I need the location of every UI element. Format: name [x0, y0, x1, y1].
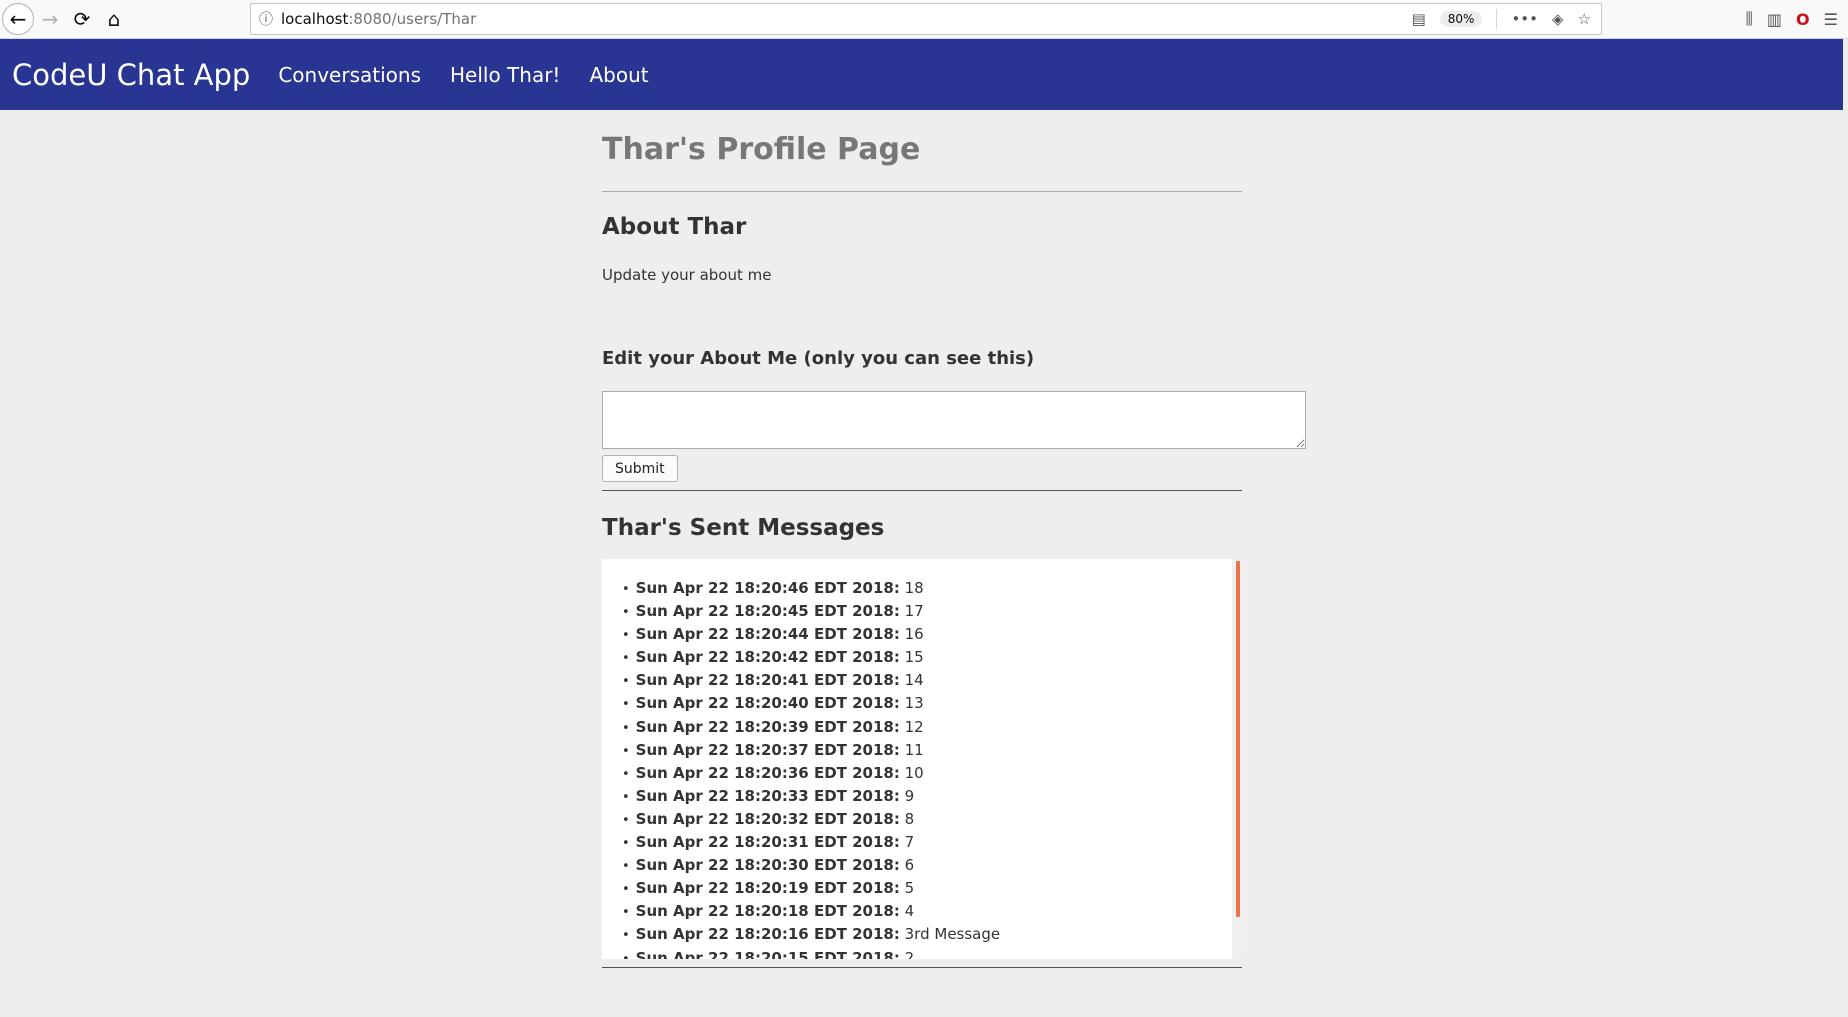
message-item: Sun Apr 22 18:20:32 EDT 2018: 8 — [622, 808, 1242, 831]
message-text: 5 — [904, 879, 915, 898]
home-icon[interactable]: ⌂ — [98, 3, 130, 35]
message-timestamp: Sun Apr 22 18:20:44 EDT 2018: — [635, 625, 900, 644]
message-text: 2 — [904, 948, 915, 960]
edit-about-heading: Edit your About Me (only you can see thi… — [602, 348, 1035, 369]
app-navbar: CodeU Chat App Conversations Hello Thar!… — [0, 39, 1843, 110]
library-icon[interactable]: ⫼ — [1746, 9, 1753, 29]
browser-toolbar: ← → ⟳ ⌂ ⓘ localhost:8080/users/Thar ▤ 80… — [0, 0, 1848, 39]
messages-bottom-divider — [602, 967, 1242, 968]
forward-arrow-icon[interactable]: → — [34, 3, 66, 35]
messages-scrollbar[interactable] — [1232, 559, 1242, 959]
url-host: localhost — [281, 10, 349, 28]
message-timestamp: Sun Apr 22 18:20:40 EDT 2018: — [635, 694, 900, 713]
about-me-textarea[interactable] — [602, 391, 1306, 449]
message-timestamp: Sun Apr 22 18:20:41 EDT 2018: — [635, 671, 900, 690]
message-text: 17 — [904, 602, 924, 621]
message-timestamp: Sun Apr 22 18:20:37 EDT 2018: — [635, 740, 900, 759]
reader-view-icon[interactable]: ▤ — [1412, 10, 1426, 28]
zoom-level-badge[interactable]: 80% — [1439, 11, 1483, 27]
message-text: 16 — [904, 625, 924, 644]
message-timestamp: Sun Apr 22 18:20:31 EDT 2018: — [635, 833, 900, 852]
pocket-icon[interactable]: ◈ — [1552, 10, 1564, 28]
message-text: 12 — [904, 717, 924, 736]
message-text: 18 — [904, 579, 924, 597]
url-bar[interactable]: ⓘ localhost:8080/users/Thar ▤ 80% ••• ◈ … — [250, 3, 1602, 35]
message-text: 6 — [904, 856, 915, 875]
message-text: 8 — [904, 809, 915, 828]
page-actions-icon[interactable]: ••• — [1511, 10, 1538, 28]
message-timestamp: Sun Apr 22 18:20:42 EDT 2018: — [635, 648, 900, 667]
about-text: Update your about me — [602, 266, 772, 284]
message-timestamp: Sun Apr 22 18:20:32 EDT 2018: — [635, 809, 900, 828]
message-item: Sun Apr 22 18:20:44 EDT 2018: 16 — [622, 623, 1242, 646]
app-title[interactable]: CodeU Chat App — [12, 58, 250, 92]
message-text: 14 — [904, 671, 924, 690]
message-item: Sun Apr 22 18:20:30 EDT 2018: 6 — [622, 854, 1242, 877]
message-item: Sun Apr 22 18:20:36 EDT 2018: 10 — [622, 762, 1242, 785]
message-text: 7 — [904, 833, 915, 852]
submit-button[interactable]: Submit — [602, 455, 678, 482]
message-timestamp: Sun Apr 22 18:20:30 EDT 2018: — [635, 856, 900, 875]
nav-link-hello-user[interactable]: Hello Thar! — [450, 63, 560, 87]
message-timestamp: Sun Apr 22 18:20:15 EDT 2018: — [635, 948, 900, 960]
message-timestamp: Sun Apr 22 18:20:39 EDT 2018: — [635, 717, 900, 736]
message-timestamp: Sun Apr 22 18:20:36 EDT 2018: — [635, 763, 900, 782]
form-divider — [602, 490, 1242, 491]
bookmark-star-icon[interactable]: ☆ — [1578, 10, 1591, 28]
url-separator — [1496, 9, 1498, 29]
message-item: Sun Apr 22 18:20:16 EDT 2018: 3rd Messag… — [622, 923, 1242, 946]
message-text: 9 — [904, 786, 915, 805]
messages-heading: Thar's Sent Messages — [602, 515, 885, 541]
message-item: Sun Apr 22 18:20:19 EDT 2018: 5 — [622, 877, 1242, 900]
about-heading: About Thar — [602, 214, 747, 240]
message-timestamp: Sun Apr 22 18:20:33 EDT 2018: — [635, 786, 900, 805]
nav-link-conversations[interactable]: Conversations — [278, 63, 421, 87]
message-text: 15 — [904, 648, 924, 667]
message-item: Sun Apr 22 18:20:42 EDT 2018: 15 — [622, 646, 1242, 669]
message-item: Sun Apr 22 18:20:45 EDT 2018: 17 — [622, 600, 1242, 623]
message-item: Sun Apr 22 18:20:31 EDT 2018: 7 — [622, 831, 1242, 854]
url-path: :8080/users/Thar — [348, 10, 477, 28]
opera-icon[interactable]: O — [1796, 10, 1810, 29]
message-timestamp: Sun Apr 22 18:20:45 EDT 2018: — [635, 602, 900, 621]
message-item: Sun Apr 22 18:20:39 EDT 2018: 12 — [622, 716, 1242, 739]
profile-container: Thar's Profile Page About Thar Update yo… — [602, 110, 1306, 968]
nav-link-about[interactable]: About — [589, 63, 648, 87]
message-text: 3rd Message — [904, 925, 1001, 944]
message-item: Sun Apr 22 18:20:37 EDT 2018: 11 — [622, 739, 1242, 762]
message-timestamp: Sun Apr 22 18:20:46 EDT 2018: — [635, 579, 900, 597]
message-timestamp: Sun Apr 22 18:20:16 EDT 2018: — [635, 925, 900, 944]
message-item: Sun Apr 22 18:20:15 EDT 2018: 2 — [622, 947, 1242, 960]
reload-icon[interactable]: ⟳ — [66, 3, 98, 35]
message-item: Sun Apr 22 18:20:18 EDT 2018: 4 — [622, 900, 1242, 923]
messages-scrollbar-thumb[interactable] — [1236, 561, 1240, 917]
message-text: 10 — [904, 763, 924, 782]
site-info-icon[interactable]: ⓘ — [251, 9, 281, 29]
message-text: 13 — [904, 694, 924, 713]
message-item: Sun Apr 22 18:20:46 EDT 2018: 18 — [622, 577, 1242, 600]
message-timestamp: Sun Apr 22 18:20:18 EDT 2018: — [635, 902, 900, 921]
back-arrow-icon[interactable]: ← — [2, 3, 34, 35]
message-item: Sun Apr 22 18:20:33 EDT 2018: 9 — [622, 785, 1242, 808]
sidebar-icon[interactable]: ▥ — [1767, 10, 1782, 29]
message-item: Sun Apr 22 18:20:41 EDT 2018: 14 — [622, 669, 1242, 692]
messages-scroll-box[interactable]: Sun Apr 22 18:20:46 EDT 2018: 18Sun Apr … — [602, 559, 1242, 959]
message-text: 11 — [904, 740, 924, 759]
message-text: 4 — [904, 902, 915, 921]
message-item: Sun Apr 22 18:20:40 EDT 2018: 13 — [622, 692, 1242, 715]
page-title: Thar's Profile Page — [602, 132, 921, 167]
message-timestamp: Sun Apr 22 18:20:19 EDT 2018: — [635, 879, 900, 898]
messages-list: Sun Apr 22 18:20:46 EDT 2018: 18Sun Apr … — [602, 559, 1242, 959]
title-divider — [602, 191, 1242, 192]
menu-icon[interactable]: ☰ — [1824, 10, 1838, 29]
